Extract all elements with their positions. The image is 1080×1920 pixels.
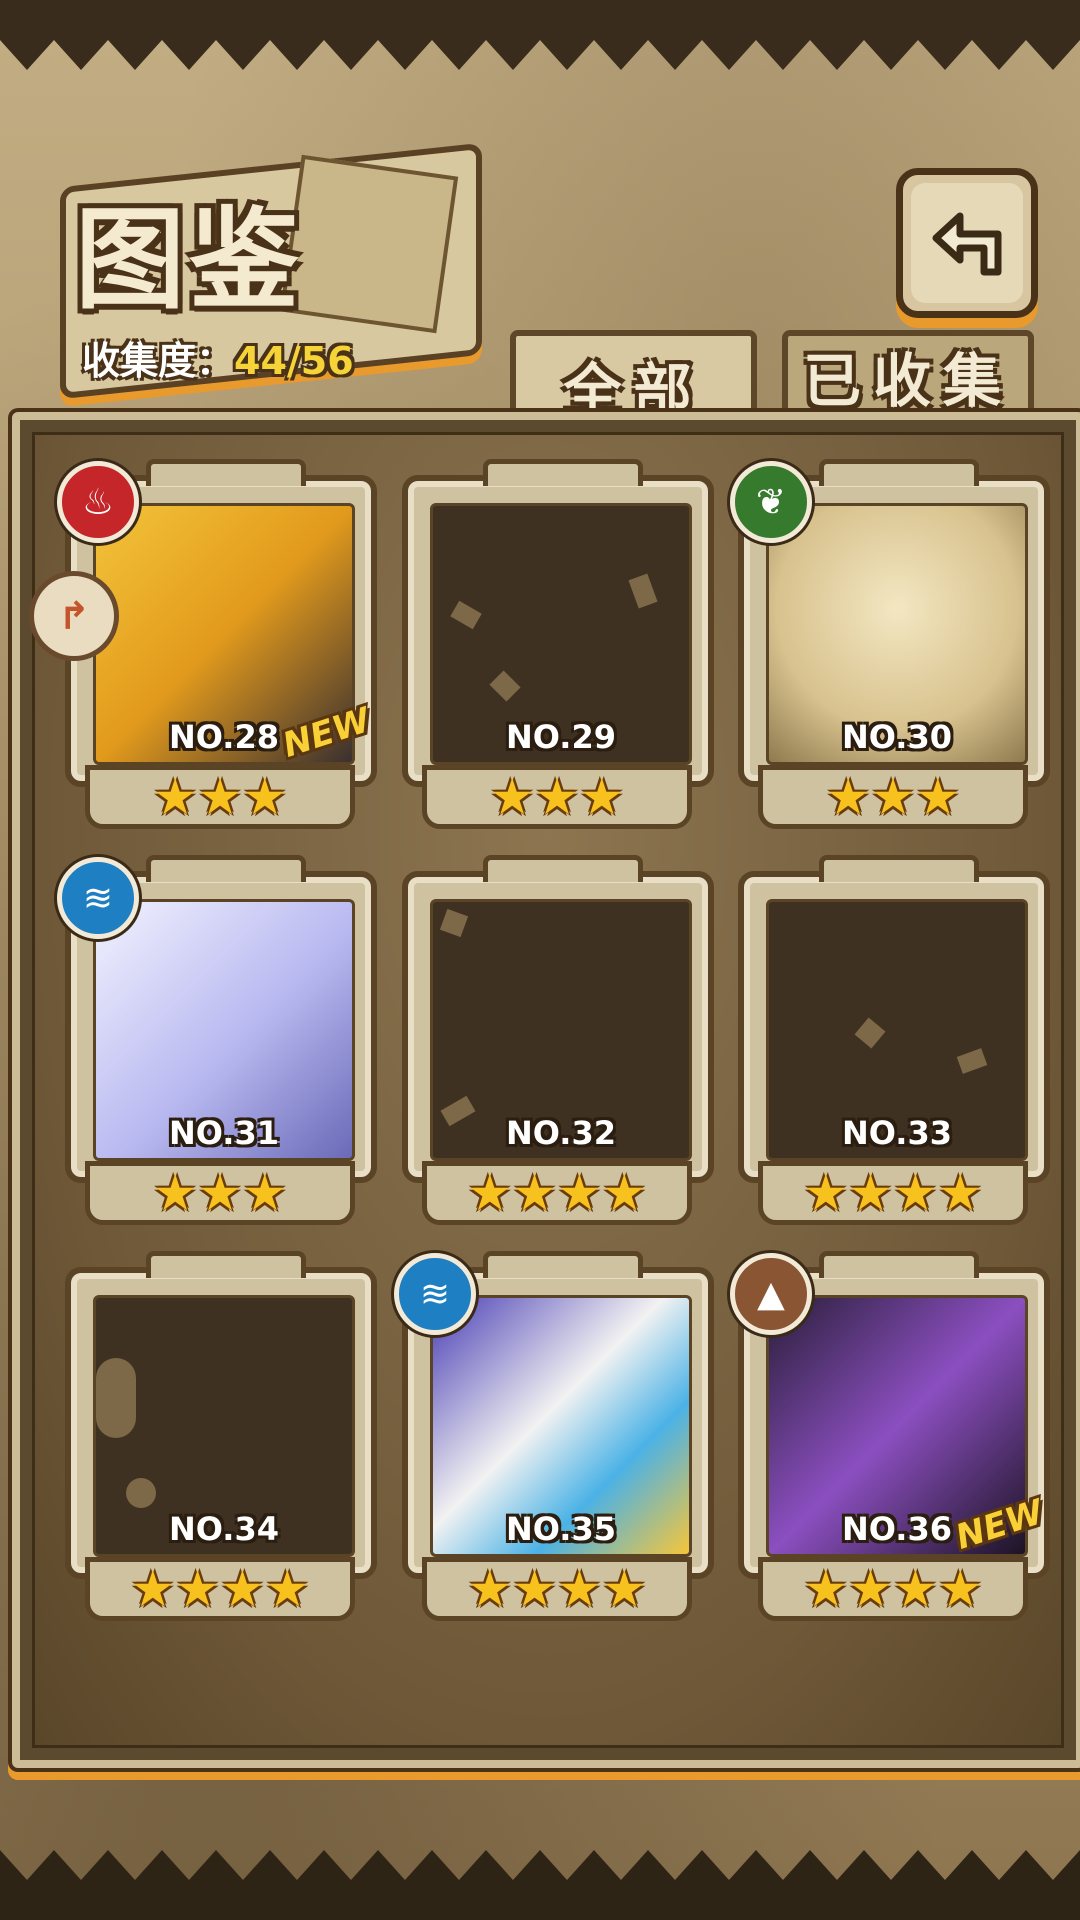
card-number: NO.29 [506,718,616,756]
star-rating: ★★★ [422,765,692,829]
stars: ★★★★ [130,1560,310,1618]
star-rating: ★★★ [85,1161,355,1225]
tab-collected[interactable]: 已收集 [782,330,1034,416]
card-number: NO.31 [169,1114,279,1152]
stars: ★★★★ [803,1560,983,1618]
stars: ★★★ [152,768,288,826]
leaf-icon: ❦ [730,461,812,543]
card-frame: NO.33 [738,855,1050,1183]
character-portrait: NO.30 [766,503,1028,765]
star-rating: ★★★★ [758,1161,1028,1225]
locked-silhouette: NO.32 [430,899,692,1161]
card-frame: NO.29 [402,459,714,787]
star-rating: ★★★★ [758,1557,1028,1621]
card-frame: NO.34 [65,1251,377,1579]
stars: ★★★★ [467,1560,647,1618]
star-rating: ★★★★ [85,1557,355,1621]
stars: ★★★ [825,768,961,826]
fire-icon: ♨ [57,461,139,543]
star-rating: ★★★ [85,765,355,829]
card-number: NO.34 [169,1510,279,1548]
progress-label: 收集度： [82,339,235,383]
card-no32[interactable]: NO.32 ★★★★ [402,855,714,1225]
progress-value: 44/56 [234,339,354,383]
water-icon: ≋ [394,1253,476,1335]
card-no30[interactable]: NO.30 ★★★ ❦ [730,459,1050,829]
panel-inner: NO.28 ★★★ ♨ ↱ NEW NO.29 ★★★ NO.30 ★★★ ❦ [29,432,1064,1748]
stars: ★★★ [152,1164,288,1222]
role-icon: ↱ [29,571,119,661]
earth-icon: ▲ [730,1253,812,1335]
water-icon: ≋ [57,857,139,939]
star-rating: ★★★★ [422,1557,692,1621]
card-no33[interactable]: NO.33 ★★★★ [738,855,1050,1225]
card-no35[interactable]: NO.35 ★★★★ ≋ [394,1251,714,1621]
locked-silhouette: NO.34 [93,1295,355,1557]
card-number: NO.30 [842,718,952,756]
card-no34[interactable]: NO.34 ★★★★ [65,1251,377,1621]
collection-panel: NO.28 ★★★ ♨ ↱ NEW NO.29 ★★★ NO.30 ★★★ ❦ [12,412,1080,1768]
card-no28[interactable]: NO.28 ★★★ ♨ ↱ NEW [29,459,377,829]
locked-silhouette: NO.29 [430,503,692,765]
back-button[interactable] [896,168,1038,318]
return-arrow-icon [932,212,1002,276]
star-rating: ★★★★ [422,1161,692,1225]
character-portrait: NO.35 [430,1295,692,1557]
stars: ★★★ [489,768,625,826]
stars: ★★★★ [467,1164,647,1222]
card-number: NO.32 [506,1114,616,1152]
collection-progress: 收集度：44/56 [82,330,354,385]
card-number: NO.33 [842,1114,952,1152]
card-no36[interactable]: NO.36 ★★★★ ▲ NEW [730,1251,1050,1621]
card-no29[interactable]: NO.29 ★★★ [402,459,714,829]
card-no31[interactable]: NO.31 ★★★ ≋ [57,855,377,1225]
card-frame: NO.32 [402,855,714,1183]
locked-silhouette: NO.33 [766,899,1028,1161]
star-rating: ★★★ [758,765,1028,829]
page-title: 图鉴 [75,195,303,324]
stars: ★★★★ [803,1164,983,1222]
card-number: NO.35 [506,1510,616,1548]
character-portrait: NO.31 [93,899,355,1161]
